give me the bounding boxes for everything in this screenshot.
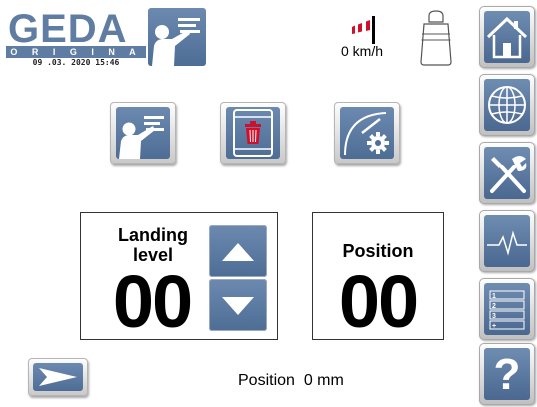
home-icon xyxy=(484,11,530,63)
send-arrow-icon xyxy=(33,363,83,391)
svg-text:2: 2 xyxy=(492,303,496,310)
geda-logo: GEDA O R I G I N A L 09 .03. 2020 15:46 xyxy=(6,8,146,69)
landing-level-value: 00 xyxy=(112,260,193,343)
arrow-down-icon xyxy=(222,297,254,315)
sidebar-tools-button[interactable] xyxy=(479,142,535,204)
delete-button[interactable] xyxy=(220,102,286,164)
landing-level-label: Landing level xyxy=(118,225,188,265)
logo-subtitle: O R I G I N A L xyxy=(6,46,146,69)
operator-button[interactable] xyxy=(110,102,176,164)
sidebar-language-button[interactable] xyxy=(479,74,535,136)
position-panel: Position 00 xyxy=(312,212,444,340)
sidebar-diagnostics-button[interactable] xyxy=(479,210,535,272)
level-down-button[interactable] xyxy=(209,279,267,331)
sidebar-help-button[interactable]: ? xyxy=(479,343,535,405)
send-button[interactable] xyxy=(28,358,88,396)
pulse-icon xyxy=(484,215,530,267)
position-status-text: Position 0 mm xyxy=(238,372,344,389)
wind-speed-label: 0 km/h xyxy=(340,43,383,59)
position-value: 00 xyxy=(338,260,419,343)
svg-text:+: + xyxy=(492,323,496,330)
globe-icon xyxy=(484,79,530,131)
tools-icon xyxy=(484,147,530,199)
sidebar-list-button[interactable]: 1 2 3 + xyxy=(479,278,535,340)
datetime-display: 09 .03. 2020 15:46 xyxy=(32,58,120,67)
windsock-icon xyxy=(352,16,375,44)
position-label: Position xyxy=(342,241,414,261)
svg-text:GEDA: GEDA xyxy=(8,8,128,46)
arrow-up-icon xyxy=(222,243,254,261)
svg-text:1: 1 xyxy=(492,293,496,300)
svg-text:3: 3 xyxy=(492,313,496,320)
weight-icon xyxy=(418,10,454,66)
wind-indicator: 0 km/h xyxy=(332,14,392,58)
trash-icon xyxy=(226,107,280,159)
list-icon: 1 2 3 + xyxy=(484,283,530,335)
operator-icon xyxy=(116,107,170,159)
gauge-gear-icon xyxy=(340,107,394,159)
landing-level-panel: Landing level 00 xyxy=(80,212,278,340)
help-icon: ? xyxy=(484,348,530,400)
help-icon-glyph: ? xyxy=(493,350,521,399)
operator-profile-icon xyxy=(148,8,206,66)
level-up-button[interactable] xyxy=(209,225,267,277)
geda-logo-mark: GEDA xyxy=(6,8,146,46)
settings-gauge-button[interactable] xyxy=(334,102,400,164)
sidebar-home-button[interactable] xyxy=(479,6,535,68)
